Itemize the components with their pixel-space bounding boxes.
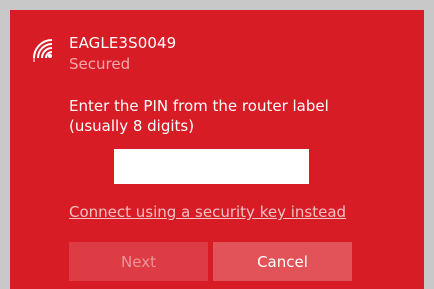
- network-name: EAGLE3S0049: [69, 34, 177, 52]
- pin-prompt-line-2: (usually 8 digits): [69, 117, 195, 135]
- security-key-link[interactable]: Connect using a security key instead: [69, 203, 346, 221]
- next-button[interactable]: Next: [69, 242, 208, 281]
- wifi-signal-icon: [33, 39, 53, 62]
- pin-prompt: Enter the PIN from the router label (usu…: [69, 96, 369, 136]
- cancel-button[interactable]: Cancel: [213, 242, 352, 281]
- pin-input[interactable]: [114, 149, 309, 184]
- pin-prompt-line-1: Enter the PIN from the router label: [69, 97, 329, 115]
- network-status: Secured: [69, 55, 131, 73]
- wifi-connect-flyout: EAGLE3S0049 Secured Enter the PIN from t…: [10, 10, 424, 289]
